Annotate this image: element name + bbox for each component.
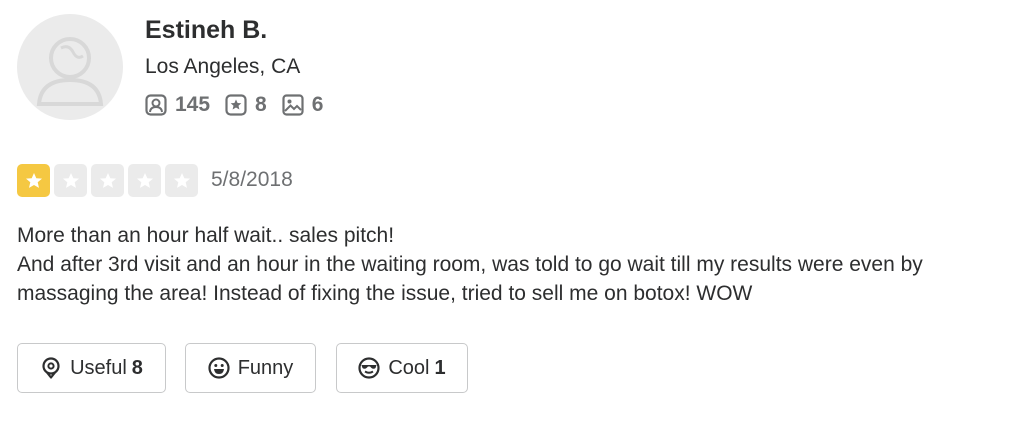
default-avatar-icon	[36, 37, 104, 106]
star-rating	[17, 164, 198, 197]
review-line: And after 3rd visit and an hour in the w…	[17, 253, 923, 276]
review-line: massaging the area! Instead of fixing th…	[17, 282, 753, 305]
star-filled-icon	[17, 164, 50, 197]
review-text: More than an hour half wait.. sales pitc…	[17, 221, 1025, 308]
useful-label: Useful	[70, 356, 127, 379]
photo-icon	[282, 94, 304, 116]
user-name[interactable]: Estineh B.	[145, 15, 267, 45]
review-line: More than an hour half wait.. sales pitc…	[17, 224, 395, 247]
user-stats: 145 8 6	[145, 91, 338, 119]
reviews-count: 8	[255, 93, 267, 116]
review-star-icon	[225, 94, 247, 116]
useful-count: 8	[131, 356, 143, 379]
lightbulb-icon	[42, 357, 60, 379]
star-empty-icon	[165, 164, 198, 197]
sunglasses-face-icon	[358, 357, 380, 379]
funny-button[interactable]: Funny	[185, 343, 316, 393]
useful-button[interactable]: Useful 8	[17, 343, 166, 393]
photos-count: 6	[311, 93, 324, 116]
funny-label: Funny	[237, 356, 294, 379]
cool-button[interactable]: Cool 1	[336, 343, 468, 393]
user-location: Los Angeles, CA	[145, 55, 301, 78]
friends-count: 145	[175, 93, 211, 116]
friends-icon	[145, 94, 167, 116]
star-empty-icon	[128, 164, 161, 197]
reviews-stat: 8	[225, 91, 267, 119]
review-date: 5/8/2018	[211, 168, 293, 191]
star-empty-icon	[54, 164, 87, 197]
cool-count: 1	[434, 356, 446, 379]
photos-stat: 6	[282, 91, 324, 119]
star-empty-icon	[91, 164, 124, 197]
friends-stat: 145	[145, 91, 210, 119]
smiley-icon	[208, 357, 230, 379]
cool-label: Cool	[388, 356, 430, 379]
user-avatar[interactable]	[17, 14, 123, 120]
